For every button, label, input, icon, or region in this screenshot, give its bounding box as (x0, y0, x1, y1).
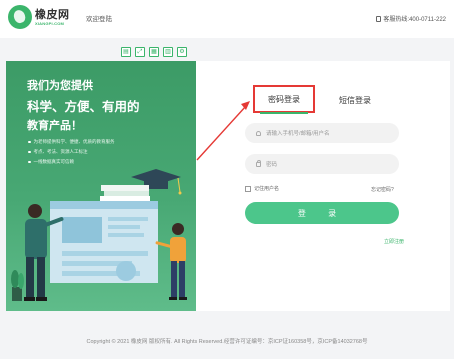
brand-domain: XIANGPI.COM (35, 21, 65, 26)
screen-board-icon (50, 201, 158, 283)
document-icon[interactable]: ▤ (121, 47, 131, 57)
remember-label: 记住用户名 (254, 186, 280, 192)
plant-icon (11, 270, 24, 301)
settings-icon[interactable]: ⚙ (177, 47, 187, 57)
welcome-text: 欢迎登陆 (86, 16, 112, 23)
username-placeholder: 请输入手机号/邮箱/用户名 (266, 131, 330, 137)
lock-icon (256, 159, 261, 167)
promo-banner: 我们为您提供 科学、方便、有用的 教育产品！ 为老师提供科学、便捷、优质的教育服… (6, 61, 196, 311)
phone-icon (376, 15, 382, 22)
tab-password-label: 密码登录 (268, 94, 300, 104)
xiangpi-logo-icon[interactable] (8, 5, 32, 29)
chart-icon[interactable]: ▥ (163, 47, 173, 57)
username-input[interactable]: 请输入手机号/邮箱/用户名 (245, 123, 399, 143)
copyright-footer: Copyright © 2021 橡皮网 版权所有. All Rights Re… (86, 339, 368, 345)
tab-password-login[interactable]: 密码登录 (253, 85, 315, 113)
remember-username[interactable]: 记住用户名 (245, 185, 279, 192)
forgot-password-link[interactable]: 忘记密码? (371, 186, 394, 193)
top-header: 橡皮网 XIANGPI.COM 欢迎登陆 客服热线:400-0711-222 (0, 0, 454, 38)
expand-icon[interactable]: ⤢ (135, 47, 145, 57)
login-form: 密码登录 短信登录 请输入手机号/邮箱/用户名 密码 记住用户名 忘记密码? 登… (196, 61, 450, 311)
hotline: 客服热线:400-0711-222 (376, 14, 446, 23)
tab-sms-login[interactable]: 短信登录 (339, 95, 371, 106)
register-link[interactable]: 立即注册 (384, 238, 404, 245)
books-stack-icon (100, 185, 150, 202)
login-button[interactable]: 登 录 (245, 202, 399, 224)
floating-toolbar: ▤ ⤢ ▦ ▥ ⚙ (121, 47, 187, 57)
remember-checkbox[interactable] (245, 185, 251, 192)
login-panel: 我们为您提供 科学、方便、有用的 教育产品！ 为老师提供科学、便捷、优质的教育服… (6, 61, 450, 311)
password-placeholder: 密码 (266, 162, 278, 168)
grid-icon[interactable]: ▦ (149, 47, 159, 57)
hotline-text: 客服热线:400-0711-222 (383, 17, 446, 23)
user-icon (256, 130, 261, 136)
password-input[interactable]: 密码 (245, 154, 399, 174)
student-figure-icon (155, 223, 187, 300)
brand-name[interactable]: 橡皮网 (35, 6, 70, 22)
active-tab-indicator (260, 112, 308, 114)
education-illustration (11, 169, 187, 301)
